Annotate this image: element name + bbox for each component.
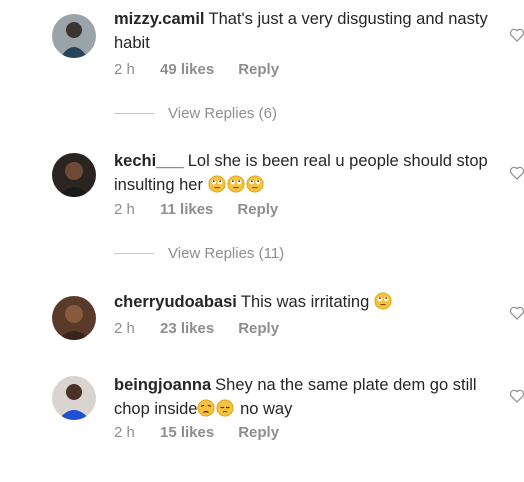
avatar[interactable] — [52, 14, 96, 58]
view-replies-button[interactable]: View Replies (11) — [114, 245, 284, 262]
reply-button[interactable]: Reply — [237, 201, 278, 218]
comment-username[interactable]: mizzy.camil — [114, 10, 204, 28]
comment-meta: 2 h 11 likes Reply — [114, 201, 278, 218]
comment-username[interactable]: beingjoanna — [114, 376, 211, 394]
view-replies-line — [114, 253, 154, 254]
heart-outline-icon[interactable] — [509, 165, 524, 181]
comment-body-end: no way — [240, 400, 293, 418]
eye-roll-emoji — [374, 292, 392, 310]
pensive-emoji — [216, 399, 235, 417]
comment-username[interactable]: cherryudoabasi — [114, 293, 237, 311]
comment-time: 2 h — [114, 61, 135, 78]
comment-meta: 2 h 23 likes Reply — [114, 320, 279, 337]
comment-username[interactable]: kechi___ — [114, 152, 184, 170]
likes-count[interactable]: 23 likes — [160, 320, 214, 337]
comment-meta: 2 h 49 likes Reply — [114, 61, 279, 78]
likes-count[interactable]: 11 likes — [160, 201, 213, 218]
comment-body: This was irritating — [240, 293, 370, 311]
heart-outline-icon[interactable] — [509, 388, 524, 404]
likes-count[interactable]: 49 likes — [160, 61, 214, 78]
reply-button[interactable]: Reply — [238, 424, 279, 441]
comment-time: 2 h — [114, 201, 135, 218]
reply-button[interactable]: Reply — [238, 320, 279, 337]
view-replies-button[interactable]: View Replies (6) — [114, 105, 277, 122]
avatar[interactable] — [52, 296, 96, 340]
weary-emoji — [197, 399, 216, 417]
view-replies-line — [114, 113, 154, 114]
comment-text: cherryudoabasi This was irritating — [114, 290, 496, 314]
eye-roll-emoji — [227, 175, 245, 193]
avatar[interactable] — [52, 376, 96, 420]
eye-roll-emoji — [208, 175, 226, 193]
comment-text: kechi___ Lol she is been real u people sh… — [114, 149, 496, 197]
likes-count[interactable]: 15 likes — [160, 424, 214, 441]
comment-text: beingjoanna Shey na the same plate dem go… — [114, 373, 496, 421]
comment-time: 2 h — [114, 424, 135, 441]
eye-roll-emoji — [246, 175, 264, 193]
heart-outline-icon[interactable] — [509, 27, 524, 43]
comment-meta: 2 h 15 likes Reply — [114, 424, 279, 441]
avatar[interactable] — [52, 153, 96, 197]
view-replies-label: View Replies (6) — [168, 105, 277, 122]
reply-button[interactable]: Reply — [238, 61, 279, 78]
view-replies-label: View Replies (11) — [168, 245, 285, 262]
comment-text: mizzy.camil That's just a very disgusting… — [114, 7, 496, 55]
heart-outline-icon[interactable] — [509, 305, 524, 321]
comment-time: 2 h — [114, 320, 135, 337]
